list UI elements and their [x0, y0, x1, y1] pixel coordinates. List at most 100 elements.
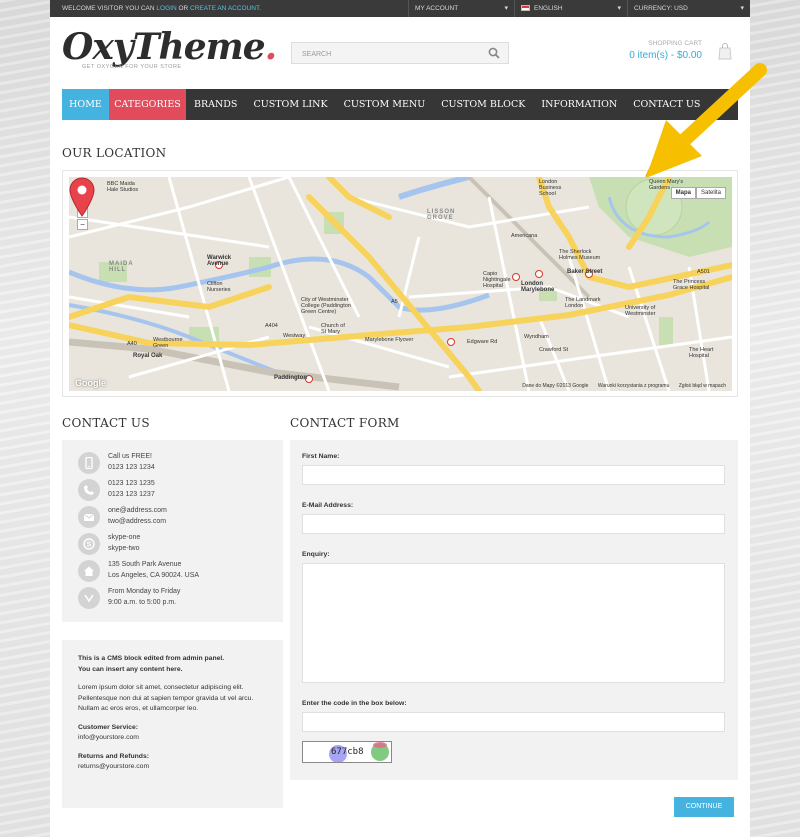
phone-icon	[78, 452, 100, 474]
captcha-label: Enter the code in the box below:	[302, 700, 407, 707]
returns-label: Returns and Refunds:	[78, 752, 149, 760]
email-label: E-Mail Address:	[302, 502, 354, 509]
create-account-link[interactable]: CREATE AN ACCOUNT.	[190, 5, 261, 12]
my-account-label: MY ACCOUNT	[415, 5, 459, 12]
map-label: Americana	[511, 233, 538, 239]
shopping-bag-icon[interactable]	[718, 42, 732, 60]
captcha-code: 677cb8	[331, 747, 364, 757]
welcome-text: WELCOME VISITOR YOU CAN	[62, 5, 155, 12]
cms-heading-line: You can insert any content here.	[78, 665, 183, 673]
contact-info-panel: Call us FREE! 0123 123 1234 0123 123 1235…	[62, 440, 283, 622]
contact-form: First Name: E-Mail Address: Enquiry: Ent…	[290, 440, 738, 780]
map-data-credit: Dane do Mapy ©2013 Google	[522, 383, 589, 389]
contact-line: Call us FREE!	[108, 453, 152, 460]
customer-service-email: info@yourstore.com	[78, 734, 139, 741]
contact-line: 0123 123 1235	[108, 480, 155, 487]
email-field[interactable]	[302, 514, 725, 534]
nav-custom-block[interactable]: CUSTOM BLOCK	[433, 89, 533, 120]
uk-flag-icon	[521, 5, 530, 11]
nav-home[interactable]: HOME	[62, 89, 109, 120]
captcha-field[interactable]	[302, 712, 725, 732]
nav-categories[interactable]: CATEGORIES	[109, 89, 186, 120]
map-label: Baker Street	[567, 269, 603, 275]
contact-us-heading: CONTACT US	[62, 416, 150, 430]
report-error-link[interactable]: Zgłoś błąd w mapach	[679, 383, 726, 389]
chevron-down-icon: ▾	[740, 5, 744, 12]
continue-button[interactable]: CONTINUE	[674, 797, 734, 817]
site-logo[interactable]: OxyTheme. GET OXYGEN FOR YOUR STORE	[62, 26, 277, 70]
contact-line: two@address.com	[108, 517, 167, 525]
my-account-dropdown[interactable]: MY ACCOUNT ▾	[408, 0, 514, 17]
map-label: The Heart Hospital	[689, 347, 714, 359]
chevron-down-icon: ▾	[617, 5, 621, 12]
captcha-image: 677cb8	[302, 741, 392, 763]
map-label: University of Westminster	[625, 305, 656, 317]
search-input[interactable]	[292, 44, 482, 65]
search-icon[interactable]	[488, 47, 500, 59]
top-bar: WELCOME VISITOR YOU CAN LOGIN OR CREATE …	[50, 0, 750, 17]
contact-row-skype: S skype-one skype-two	[78, 533, 278, 557]
zoom-out-button[interactable]: −	[77, 219, 88, 230]
contact-line: 0123 123 1234	[108, 463, 155, 471]
map-label: Clifton Nurseries	[207, 281, 231, 293]
shopping-cart[interactable]: SHOPPING CART 0 item(s) - $0.00	[600, 40, 740, 61]
envelope-icon	[78, 506, 100, 528]
currency-label: CURRENCY: USD	[634, 5, 688, 12]
logo-text: OxyTheme	[62, 26, 266, 68]
map-label: The Sherlock Holmes Museum	[559, 249, 601, 261]
contact-line: 135 South Park Avenue	[108, 561, 182, 568]
map-label: Paddington	[274, 375, 307, 381]
map-label: Church of St Mary	[321, 323, 345, 335]
contact-line: skype-two	[108, 544, 140, 552]
map-label: MAIDA HILL	[109, 261, 134, 273]
map-attribution: Dane do Mapy ©2013 Google Warunki korzys…	[514, 383, 726, 389]
captcha-noise	[373, 742, 387, 748]
nav-custom-menu[interactable]: CUSTOM MENU	[336, 89, 434, 120]
cms-body-text: Lorem ipsum dolor sit amet, consectetur …	[78, 684, 254, 712]
map-label: Marylebone Flyover	[365, 337, 414, 343]
map-graphic	[69, 177, 732, 391]
enquiry-label: Enquiry:	[302, 551, 330, 558]
first-name-field[interactable]	[302, 465, 725, 485]
map-label: Edgware Rd	[467, 339, 498, 345]
map-label: City of Westminster College (Paddington …	[301, 297, 351, 315]
map-frame: + − Mapa Satelita BBC Maida Hale Studios…	[62, 170, 738, 397]
map-label: LISSON GROVE	[427, 209, 456, 221]
map-label: The Landmark London	[565, 297, 601, 309]
map-label: A404	[265, 323, 278, 329]
svg-text:S: S	[87, 542, 92, 549]
returns-email: returns@yourstore.com	[78, 763, 150, 770]
map-label: The Princess Grace Hospital	[673, 279, 710, 291]
chevron-down-icon: ▾	[504, 5, 508, 12]
nav-custom-link[interactable]: CUSTOM LINK	[245, 89, 335, 120]
location-pin-icon[interactable]	[69, 177, 95, 217]
google-map[interactable]: + − Mapa Satelita BBC Maida Hale Studios…	[69, 177, 732, 391]
nav-brands[interactable]: BRANDS	[186, 89, 245, 120]
contact-line: Los Angeles, CA 90024. USA	[108, 571, 200, 579]
home-icon	[78, 560, 100, 582]
cms-heading-line: This is a CMS block edited from admin pa…	[78, 655, 225, 662]
cms-block: This is a CMS block edited from admin pa…	[62, 640, 283, 808]
currency-dropdown[interactable]: CURRENCY: USD ▾	[627, 0, 750, 17]
contact-line: one@address.com	[108, 507, 167, 514]
customer-service-label: Customer Service:	[78, 723, 139, 731]
cart-label: SHOPPING CART	[648, 40, 702, 47]
contact-row-email: one@address.com two@address.com	[78, 506, 278, 530]
handset-icon	[78, 479, 100, 501]
logo-tagline: GET OXYGEN FOR YOUR STORE	[82, 64, 182, 70]
map-label: London Marylebone	[521, 281, 555, 293]
contact-form-heading: CONTACT FORM	[290, 416, 400, 430]
login-link[interactable]: LOGIN	[156, 5, 176, 12]
contact-line: 0123 123 1237	[108, 490, 155, 498]
map-label: Wyndham	[524, 334, 549, 340]
map-label: A5	[391, 299, 398, 305]
enquiry-textarea[interactable]	[302, 563, 725, 683]
contact-line: 9:00 a.m. to 5:00 p.m.	[108, 598, 177, 606]
terms-link[interactable]: Warunki korzystania z programu	[598, 383, 670, 389]
clock-icon	[78, 587, 100, 609]
first-name-label: First Name:	[302, 453, 340, 460]
contact-line: From Monday to Friday	[108, 588, 181, 595]
google-logo: Google	[75, 378, 106, 388]
language-dropdown[interactable]: ENGLISH ▾	[514, 0, 627, 17]
nav-information[interactable]: INFORMATION	[533, 89, 625, 120]
